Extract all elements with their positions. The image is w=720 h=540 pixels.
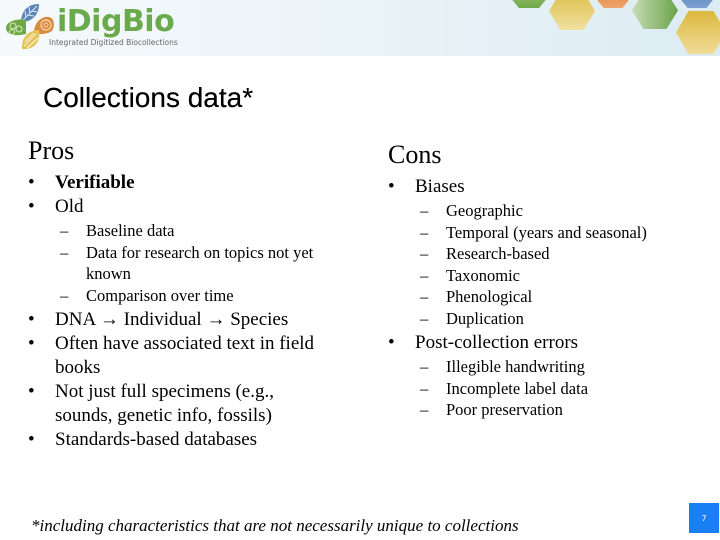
footnote: *including characteristics that are not … [31,516,519,535]
dash-icon: – [420,400,429,419]
dash-icon: – [60,221,69,240]
bullet-text: DNA → Individual → Species [55,309,289,330]
logo-petal-yellow-icon [21,30,40,50]
bullet-text: Standards-based databases [55,429,258,450]
sub-bullet-text: Comparison over time [86,285,234,305]
logo-wordmark: iDigBio [57,4,175,39]
bullet-icon: • [28,333,35,354]
sub-bullet-item: – Data for research on topics not yet kno… [28,242,338,285]
bullet-icon: • [388,176,395,197]
bullet-item: • Often have associated text in field boo… [28,332,333,380]
bullet-text: Not just full specimens (e.g., sounds, g… [55,381,274,426]
dash-icon: – [60,242,69,262]
sub-bullet-item: – Poor preservation [388,399,718,421]
dash-icon: – [420,244,429,263]
sub-bullet-item: – Temporal (years and seasonal) [388,222,718,244]
bullet-text: Verifiable [55,172,135,193]
dash-icon: – [420,265,429,285]
sub-bullet-text: Poor preservation [446,400,563,419]
bullet-item: • Not just full specimens (e.g., sounds, … [28,380,333,428]
sub-bullet-text: Temporal (years and seasonal) [446,222,647,242]
pros-column: Pros • Verifiable • Old – Baseline data – Data … [28,136,348,452]
bullet-icon: • [28,309,35,330]
sub-bullet-text: Baseline data [86,221,175,240]
sub-bullet-item: – Duplication [388,308,718,330]
sub-bullet-item: – Baseline data [28,220,338,242]
sub-bullet-item: – Geographic [388,200,718,222]
bullet-item: • DNA → Individual → Species [28,308,333,332]
sub-bullet-text: Incomplete label data [446,378,589,398]
dash-icon: – [420,308,429,328]
cons-list: • Biases – Geographic – Temporal (years and s… [388,175,718,421]
sub-bullet-item: – Comparison over time [28,285,338,307]
dash-icon: – [420,222,429,242]
bullet-icon: • [28,381,35,402]
bullet-icon: • [28,172,35,193]
sub-bullet-text: Phenological [446,287,533,306]
sub-bullet-text: Taxonomic [446,265,520,285]
sub-bullet-item: – Taxonomic [388,265,718,287]
bullet-item: • Biases [388,175,718,199]
bullet-text: Old [55,196,84,217]
cons-column: Cons • Biases – Geographic – Temporal (years … [388,140,718,423]
sub-bullet-item: – Incomplete label data [388,378,718,400]
bullet-text: Often have associated text in field book… [55,333,315,378]
bullet-item: • Post-collection errors [388,331,718,355]
bullet-item: • Old [28,195,333,219]
bullet-icon: • [28,196,35,217]
dash-icon: – [60,285,69,305]
page-number-badge: 7 [689,503,719,533]
cons-heading: Cons [388,140,442,169]
bullet-text: Post-collection errors [415,332,579,353]
sub-list: – Illegible handwriting – Incomplete label … [388,356,718,421]
sub-bullet-text: Geographic [446,201,523,220]
sub-bullet-text: Research-based [446,244,550,263]
idigbio-logo: iDigBio Integrated Digitized Biocollecti… [0,0,200,56]
bullet-text: Biases [415,176,465,197]
sub-bullet-text: Illegible handwriting [446,357,585,376]
dash-icon: – [420,287,429,306]
sub-bullet-text: Duplication [446,308,524,328]
bullet-icon: • [28,429,35,450]
bullet-icon: • [388,332,395,353]
sub-bullet-item: – Research-based [388,243,718,265]
slide-title: Collections data* [43,82,254,113]
sub-bullet-text: Data for research on topics not yet know… [86,242,314,284]
logo-tagline: Integrated Digitized Biocollections [49,38,178,47]
sub-list: – Baseline data – Data for research on topi… [28,220,348,306]
bullet-item: • Verifiable [28,171,333,195]
dash-icon: – [420,378,429,398]
pros-heading: Pros [28,136,75,165]
sub-bullet-item: – Illegible handwriting [388,356,718,378]
pros-list: • Verifiable • Old – Baseline data – Data for r… [28,171,348,452]
dash-icon: – [420,201,429,220]
sub-list: – Geographic – Temporal (years and seasonal… [388,200,718,329]
dash-icon: – [420,357,429,376]
sub-bullet-item: – Phenological [388,286,718,308]
bullet-item: • Standards-based databases [28,428,333,452]
